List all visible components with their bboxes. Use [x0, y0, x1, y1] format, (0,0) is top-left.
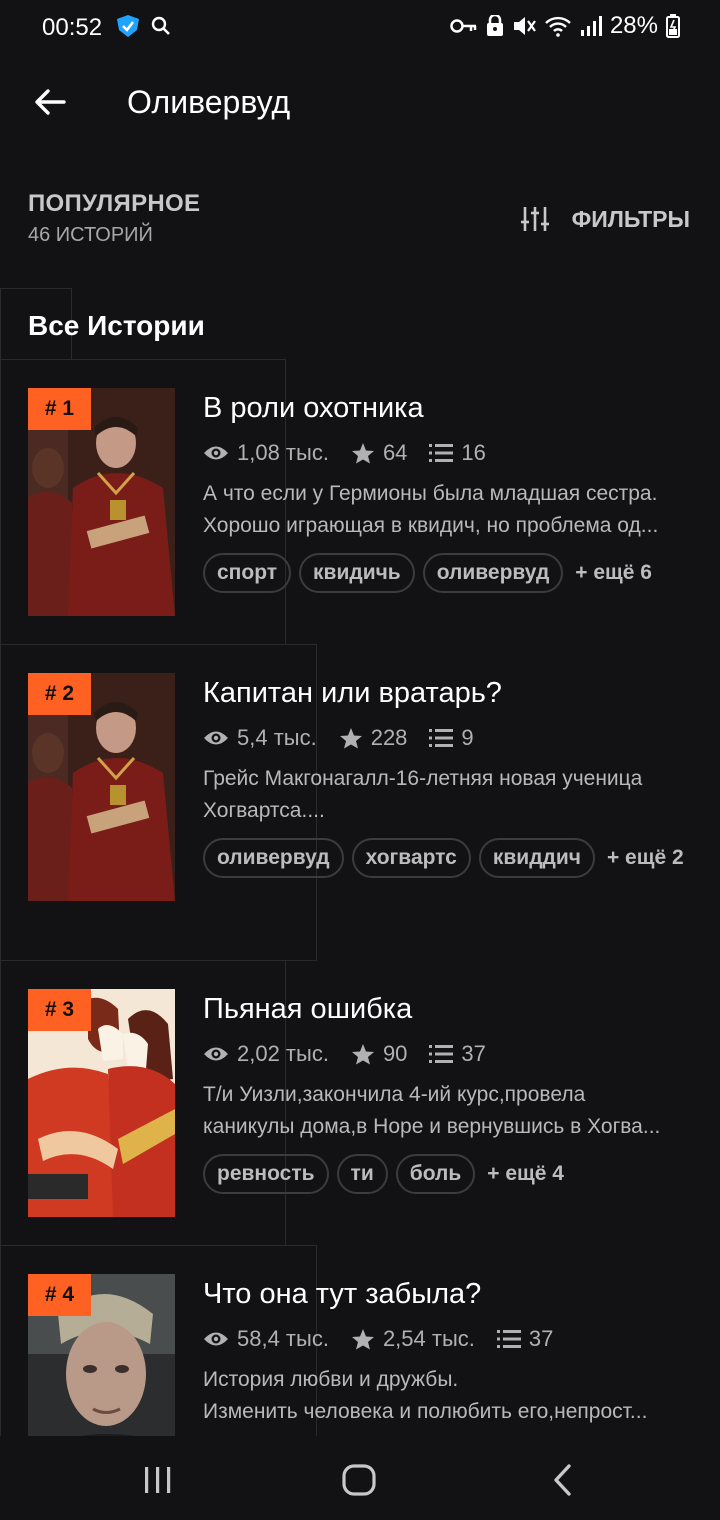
status-bar: 00:52 28% — [0, 0, 720, 56]
description-line: Грейс Макгонагалл-16-летняя новая учениц… — [203, 767, 643, 790]
description-line: Изменить человека и полюбить его,непрост… — [203, 1400, 648, 1423]
section-header: ПОПУЛЯРНОЕ 46 ИСТОРИЙ — [28, 190, 200, 247]
tag-chip[interactable]: оливервуд — [203, 838, 344, 878]
filters-button[interactable]: ФИЛЬТРЫ — [520, 205, 690, 233]
parts-count: 37 — [461, 1041, 486, 1066]
story-description: А что если у Гермионы была младшая сестр… — [203, 478, 695, 542]
story-card[interactable]: # 3 Пьяная ошибка 2,02 тыс. 90 37 Т/и Уи… — [0, 961, 720, 1245]
star-icon — [351, 1329, 374, 1350]
more-tags-link[interactable]: + ещё 4 — [483, 1154, 568, 1194]
tag-chip[interactable]: оливервуд — [422, 553, 564, 593]
story-description: Грейс Макгонагалл-16-летняя новая учениц… — [203, 763, 695, 827]
description-line: Хорошо играющая в квидич, но проблема од… — [203, 514, 659, 537]
filters-label: ФИЛЬТРЫ — [571, 205, 690, 232]
eye-icon — [204, 731, 228, 745]
mute-icon — [513, 17, 536, 35]
system-nav-bar — [0, 1436, 720, 1520]
star-icon — [351, 443, 374, 464]
description-line: Т/и Уизли,закончила 4-ий курс,провела — [203, 1083, 586, 1106]
recents-icon — [145, 1467, 171, 1493]
battery-percent: 28% — [609, 12, 658, 39]
tag-chip[interactable]: ти — [336, 1154, 388, 1194]
description-line: каникулы дома,в Норе и вернувшись в Хогв… — [203, 1115, 661, 1138]
description-line: А что если у Гермионы была младшая сестр… — [203, 482, 658, 505]
app-bar: Оливервуд — [0, 66, 720, 142]
story-stats: 1,08 тыс. 64 16 — [203, 440, 508, 466]
votes-count: 2,54 тыс. — [382, 1326, 475, 1351]
story-description: История любви и дружбы. Изменить человек… — [203, 1364, 695, 1428]
story-title[interactable]: Пьяная ошибка — [203, 993, 412, 1026]
nav-back-button[interactable] — [538, 1458, 586, 1502]
tag-chip[interactable]: боль — [395, 1154, 476, 1194]
votes-count: 90 — [382, 1041, 408, 1066]
list-icon — [496, 1330, 521, 1348]
tag-list: спорт квидичь оливервуд + ещё 6 — [203, 553, 703, 593]
page-title: Оливервуд — [127, 84, 291, 120]
list-icon — [429, 1045, 454, 1063]
search-icon — [151, 16, 170, 35]
home-icon — [342, 1464, 376, 1496]
star-icon — [339, 728, 362, 749]
list-header: Все Истории — [28, 310, 205, 341]
tag-chip[interactable]: спорт — [203, 553, 292, 593]
more-tags-link[interactable]: + ещё 6 — [571, 553, 656, 593]
votes-count: 228 — [370, 725, 408, 750]
description-line: Хогвартса.... — [203, 799, 325, 822]
more-tags-link[interactable]: + ещё 2 — [603, 838, 688, 878]
views-count: 1,08 тыс. — [237, 440, 329, 465]
story-card[interactable]: # 1 В роли охотника 1,08 тыс. 64 16 А чт… — [0, 360, 720, 644]
lock-icon — [486, 15, 503, 36]
signal-icon — [580, 16, 602, 36]
list-icon — [429, 729, 454, 747]
eye-icon — [204, 1047, 228, 1061]
section-title: ПОПУЛЯРНОЕ — [28, 190, 201, 217]
wifi-icon — [545, 16, 571, 37]
views-count: 2,02 тыс. — [237, 1041, 329, 1066]
vpn-shield-icon — [117, 15, 139, 37]
parts-count: 16 — [461, 440, 486, 465]
battery-icon — [666, 14, 680, 38]
story-count: 46 ИСТОРИЙ — [28, 224, 153, 246]
parts-count: 9 — [461, 725, 474, 750]
rank-badge: # 3 — [28, 989, 91, 1031]
rank-badge: # 1 — [28, 388, 91, 430]
story-title[interactable]: Капитан или вратарь? — [203, 677, 502, 710]
story-stats: 58,4 тыс. 2,54 тыс. 37 — [203, 1326, 575, 1352]
views-count: 5,4 тыс. — [237, 725, 317, 750]
list-icon — [429, 444, 454, 462]
nav-back-icon — [554, 1464, 571, 1496]
story-card[interactable]: # 4 Что она тут забыла? 58,4 тыс. 2,54 т… — [0, 1246, 720, 1436]
tag-chip[interactable]: хогвартс — [351, 838, 471, 878]
rank-badge: # 4 — [28, 1274, 91, 1316]
story-description: Т/и Уизли,закончила 4-ий курс,провела ка… — [203, 1079, 695, 1143]
back-button[interactable] — [28, 80, 72, 124]
story-card[interactable]: # 2 Капитан или вратарь? 5,4 тыс. 228 9 … — [0, 645, 720, 960]
parts-count: 37 — [528, 1326, 554, 1351]
eye-icon — [204, 446, 228, 460]
tag-chip[interactable]: квиддич — [478, 838, 595, 878]
star-icon — [351, 1044, 374, 1065]
story-title[interactable]: В роли охотника — [203, 392, 424, 425]
tag-list: ревность ти боль + ещё 4 — [203, 1154, 703, 1194]
description-line: История любви и дружбы. — [203, 1368, 459, 1391]
rank-badge: # 2 — [28, 673, 91, 715]
tag-list: оливервуд хогвартс квиддич + ещё 2 — [203, 838, 703, 878]
eye-icon — [204, 1332, 228, 1346]
votes-count: 64 — [382, 440, 408, 465]
tag-chip[interactable]: квидичь — [299, 553, 415, 593]
home-button[interactable] — [335, 1458, 383, 1502]
story-title[interactable]: Что она тут забыла? — [203, 1278, 481, 1311]
story-stats: 2,02 тыс. 90 37 — [203, 1041, 508, 1067]
views-count: 58,4 тыс. — [237, 1326, 329, 1351]
arrow-left-icon — [35, 89, 66, 115]
key-icon — [450, 19, 477, 33]
tag-chip[interactable]: ревность — [203, 1154, 329, 1194]
story-stats: 5,4 тыс. 228 9 — [203, 725, 496, 751]
sliders-icon — [520, 207, 549, 231]
status-time: 00:52 — [42, 14, 103, 41]
recents-button[interactable] — [134, 1458, 182, 1502]
